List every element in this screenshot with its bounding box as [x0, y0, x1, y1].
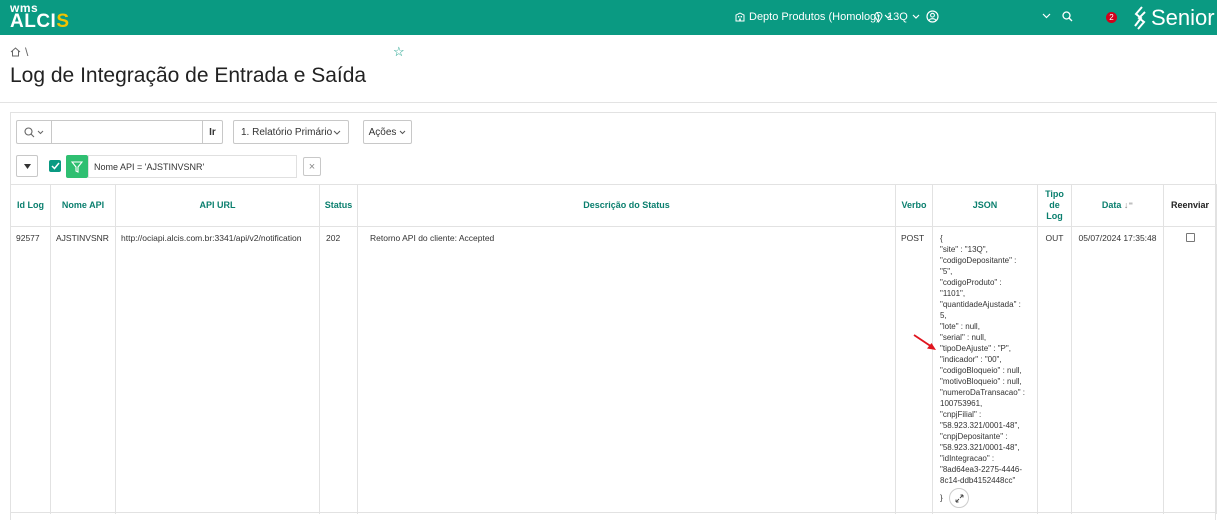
check-icon	[50, 162, 60, 170]
json-content: { "site" : "13Q", "codigoDepositante" : …	[940, 234, 1025, 485]
header-divider	[0, 102, 1217, 103]
chevron-down-icon	[912, 14, 920, 19]
col-header-json[interactable]: JSON	[932, 184, 1038, 227]
breadcrumb-separator: \	[25, 45, 29, 59]
col-header-status[interactable]: Status	[319, 184, 358, 227]
table-bottom-border	[10, 512, 1216, 513]
search-icon	[24, 126, 35, 137]
col-header-data[interactable]: Data ↓⁼	[1071, 184, 1164, 227]
search-column-selector[interactable]	[17, 121, 52, 143]
cell-api-url: http://ociapi.alcis.com.br:3341/api/v2/n…	[115, 226, 320, 514]
senior-brand: Senior	[1133, 5, 1215, 31]
chevron-down-icon	[1042, 13, 1051, 19]
notification-badge[interactable]: 2	[1106, 12, 1117, 23]
cell-verbo: POST	[895, 226, 933, 514]
red-arrow-annotation	[913, 334, 936, 350]
col-header-tipo-log[interactable]: Tipo de Log	[1037, 184, 1072, 227]
search-icon	[1062, 11, 1073, 22]
actions-menu-button[interactable]: Ações	[363, 120, 412, 144]
col-header-data-label: Data	[1101, 200, 1122, 210]
filter-enabled-checkbox[interactable]	[49, 160, 61, 172]
filter-button[interactable]	[66, 155, 88, 178]
col-header-descricao[interactable]: Descrição do Status	[357, 184, 896, 227]
wms-alcis-logo[interactable]: wms ALCIS	[10, 2, 70, 31]
reenviar-checkbox[interactable]	[1185, 233, 1195, 242]
building-icon	[735, 12, 745, 22]
user-icon	[926, 10, 939, 23]
search-bar: Ir	[16, 120, 223, 144]
site-code: 13Q	[887, 11, 908, 23]
report-select-value: 1. Relatório Primário	[241, 126, 333, 138]
search-button[interactable]	[1062, 11, 1073, 22]
favorite-star-icon[interactable]: ☆	[393, 44, 405, 60]
chevron-down-icon	[333, 130, 341, 135]
go-button[interactable]: Ir	[201, 121, 222, 143]
filter-toggle-button[interactable]	[16, 155, 38, 177]
home-icon[interactable]	[10, 47, 21, 57]
cell-nome-api: AJSTINVSNR	[50, 226, 116, 514]
menu-expand-button[interactable]	[1042, 13, 1051, 19]
json-footer: }	[940, 488, 1032, 508]
col-header-reenviar: Reenviar	[1163, 184, 1217, 227]
cell-descricao: Retorno API do cliente: Accepted	[357, 226, 896, 514]
col-header-nome-api[interactable]: Nome API	[50, 184, 116, 227]
depot-name: Depto Produtos (Homolog)	[749, 11, 880, 23]
brand-name: Senior	[1151, 5, 1215, 30]
report-select[interactable]: 1. Relatório Primário	[233, 120, 349, 144]
col-header-api-url[interactable]: API URL	[115, 184, 320, 227]
depot-selector[interactable]: Depto Produtos (Homolog)	[735, 11, 892, 23]
top-bar: wms ALCIS Depto Produtos (Homolog) 13Q 2…	[0, 0, 1217, 35]
cell-json: { "site" : "13Q", "codigoDepositante" : …	[932, 226, 1038, 514]
cell-tipo-log: OUT	[1037, 226, 1072, 514]
chevron-down-icon	[37, 130, 44, 134]
user-profile-button[interactable]	[926, 10, 939, 23]
actions-label: Ações	[368, 126, 397, 138]
location-pin-icon	[874, 11, 883, 23]
cell-reenviar	[1163, 226, 1217, 514]
expand-arrows-icon	[955, 494, 963, 502]
json-close-brace: }	[940, 493, 943, 503]
site-selector[interactable]: 13Q	[874, 11, 920, 23]
expand-json-button[interactable]	[949, 488, 970, 508]
col-header-verbo[interactable]: Verbo	[895, 184, 933, 227]
table-header-row: Id Log Nome API API URL Status Descrição…	[10, 184, 1217, 227]
page-title: Log de Integração de Entrada e Saída	[10, 64, 367, 87]
sort-descending-icon: ↓⁼	[1123, 200, 1134, 210]
col-header-id-log[interactable]: Id Log	[10, 184, 51, 227]
logo-alcis-text: ALCIS	[10, 11, 70, 32]
cell-id-log: 92577	[10, 226, 51, 514]
integration-log-table: Id Log Nome API API URL Status Descrição…	[10, 184, 1217, 514]
cell-status: 202	[319, 226, 358, 514]
search-input[interactable]	[51, 121, 202, 143]
senior-logo-icon	[1134, 6, 1146, 30]
chevron-down-icon	[400, 130, 406, 134]
table-row: 92577 AJSTINVSNR http://ociapi.alcis.com…	[10, 226, 1217, 514]
filter-remove-button[interactable]: ×	[303, 157, 321, 176]
caret-down-icon	[23, 163, 31, 169]
filter-expression[interactable]: Nome API = 'AJSTINVSNR'	[88, 155, 297, 178]
breadcrumb: \	[10, 45, 28, 59]
funnel-icon	[71, 160, 83, 173]
cell-data: 05/07/2024 17:35:48	[1071, 226, 1164, 514]
